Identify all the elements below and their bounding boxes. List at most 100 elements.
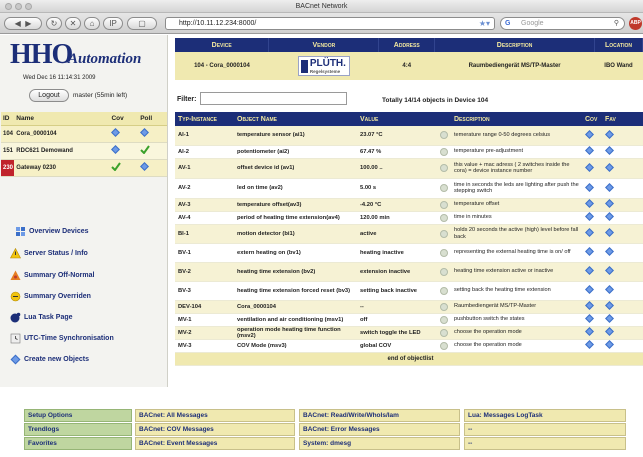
col-fav[interactable]: Fav	[602, 112, 643, 126]
object-cov-icon[interactable]	[582, 339, 602, 353]
home-button[interactable]: ⌂	[84, 17, 100, 30]
object-status-icon[interactable]	[437, 198, 451, 212]
object-row[interactable]: AV-3 temperature offset(av3) -4.20 °C tempe…	[175, 198, 643, 212]
object-fav-icon[interactable]	[602, 178, 643, 199]
object-cov-icon[interactable]	[582, 243, 602, 263]
object-row[interactable]: AI-2 potentiometer (ai2) 67.47 % temperatur…	[175, 145, 643, 159]
object-fav-icon[interactable]	[602, 262, 643, 282]
ip-button[interactable]: IP	[103, 17, 123, 30]
object-status-icon[interactable]	[437, 126, 451, 146]
object-row[interactable]: DEV-104 Cora_0000104 -- Raumbediengerät MS/…	[175, 300, 643, 314]
object-value[interactable]: off	[357, 313, 437, 327]
search-icon[interactable]: ⚲	[614, 18, 619, 29]
object-value[interactable]: 67.47 %	[357, 145, 437, 159]
device-cov-arrow-icon[interactable]	[109, 125, 139, 143]
bottom-menu-button[interactable]: Favorites	[24, 437, 132, 450]
object-cov-icon[interactable]	[582, 300, 602, 314]
menu-item[interactable]: UTC-Time Synchronisation	[10, 332, 114, 346]
device-name-link[interactable]: Gateway 0230	[14, 159, 110, 177]
device-cov-check-icon[interactable]	[109, 159, 139, 177]
bottom-menu-button[interactable]: Setup Options	[24, 409, 132, 422]
object-cov-icon[interactable]	[582, 224, 602, 244]
object-name[interactable]: heating time extension forced reset (bv3…	[234, 281, 357, 301]
bottom-menu-button[interactable]: BACnet: Event Messages	[135, 437, 295, 450]
extra-nav-button[interactable]: ▢	[127, 17, 157, 30]
object-status-icon[interactable]	[437, 158, 451, 179]
object-row[interactable]: MV-1 ventilation and air conditioning (ms…	[175, 313, 643, 327]
object-row[interactable]: AV-1 offset device id (av1) 100.00 .. this …	[175, 158, 643, 179]
object-row[interactable]: AV-4 period of heating time extension(av4…	[175, 211, 643, 225]
stop-button[interactable]: ✕	[65, 17, 81, 30]
object-name[interactable]: heating time extension (bv2)	[234, 262, 357, 282]
object-value[interactable]: active	[357, 224, 437, 244]
col-value[interactable]: Value	[357, 112, 437, 126]
object-fav-icon[interactable]	[602, 281, 643, 301]
object-fav-icon[interactable]	[602, 300, 643, 314]
object-name[interactable]: COV Mode (msv3)	[234, 339, 357, 353]
object-name[interactable]: operation mode heating time function (ms…	[234, 326, 357, 340]
bottom-menu-button[interactable]: Lua: Messages LogTask	[464, 409, 626, 422]
menu-item[interactable]: Overview Devices	[15, 225, 89, 239]
object-cov-icon[interactable]	[582, 198, 602, 212]
minimize-window-button[interactable]	[15, 3, 22, 10]
object-cov-icon[interactable]	[582, 126, 602, 146]
object-cov-icon[interactable]	[582, 281, 602, 301]
bookmark-star-icon[interactable]: ★▾	[479, 18, 490, 29]
object-fav-icon[interactable]	[602, 158, 643, 179]
device-poll-arrow-icon[interactable]	[138, 159, 167, 177]
object-status-icon[interactable]	[437, 262, 451, 282]
object-fav-icon[interactable]	[602, 339, 643, 353]
object-value[interactable]: switch toggle the LED	[357, 326, 437, 340]
object-row[interactable]: AV-2 led on time (av2) 5.00 s time in secon…	[175, 178, 643, 199]
object-cov-icon[interactable]	[582, 145, 602, 159]
object-row[interactable]: BV-3 heating time extension forced reset …	[175, 281, 643, 301]
object-cov-icon[interactable]	[582, 313, 602, 327]
object-row[interactable]: MV-3 COV Mode (msv3) global COV choose the …	[175, 339, 643, 353]
object-status-icon[interactable]	[437, 313, 451, 327]
bottom-menu-button[interactable]: BACnet: Read/Write/WhoIs/Iam	[299, 409, 460, 422]
object-row[interactable]: BV-2 heating time extension (bv2) extensio…	[175, 262, 643, 282]
bottom-menu-button[interactable]: Trendlogs	[24, 423, 132, 436]
object-status-icon[interactable]	[437, 145, 451, 159]
search-input[interactable]: G Google ⚲	[500, 17, 625, 30]
device-poll-arrow-icon[interactable]	[138, 125, 167, 143]
object-fav-icon[interactable]	[602, 313, 643, 327]
object-status-icon[interactable]	[437, 326, 451, 340]
object-value[interactable]: 100.00 ..	[357, 158, 437, 179]
object-value[interactable]: extension inactive	[357, 262, 437, 282]
object-fav-icon[interactable]	[602, 224, 643, 244]
bottom-menu-button[interactable]: --	[464, 437, 626, 450]
menu-item[interactable]: Lua Task Page	[10, 311, 73, 325]
bottom-menu-button[interactable]: BACnet: Error Messages	[299, 423, 460, 436]
object-status-icon[interactable]	[437, 339, 451, 353]
object-fav-icon[interactable]	[602, 243, 643, 263]
menu-item[interactable]: Server Status / Info	[10, 247, 88, 261]
object-row[interactable]: AI-1 temperature sensor (ai1) 23.07 °C teme…	[175, 126, 643, 146]
object-fav-icon[interactable]	[602, 326, 643, 340]
object-fav-icon[interactable]	[602, 126, 643, 146]
col-obj-description[interactable]: Description	[451, 112, 582, 126]
object-row[interactable]: MV-2 operation mode heating time function…	[175, 326, 643, 340]
object-cov-icon[interactable]	[582, 178, 602, 199]
object-value[interactable]: heating inactive	[357, 243, 437, 263]
menu-item[interactable]: Summary Off-Normal	[10, 269, 94, 283]
menu-item[interactable]: Summary Overriden	[10, 290, 91, 304]
back-forward-buttons[interactable]: ◀ ▶	[4, 17, 42, 30]
url-input[interactable]: http://10.11.12.234:8000/ ★▾	[165, 17, 495, 30]
filter-input[interactable]	[200, 92, 347, 105]
col-cov[interactable]: Cov	[582, 112, 602, 126]
device-poll-check-icon[interactable]	[138, 142, 167, 160]
hho-logo[interactable]: HHO Automation	[10, 39, 160, 70]
object-row[interactable]: BI-1 motion detector (bi1) active holds 20 …	[175, 224, 643, 244]
object-value[interactable]: 23.07 °C	[357, 126, 437, 146]
bottom-menu-button[interactable]: BACnet: COV Messages	[135, 423, 295, 436]
object-value[interactable]: global COV	[357, 339, 437, 353]
device-cov-arrow-icon[interactable]	[109, 142, 139, 160]
bottom-menu-button[interactable]: --	[464, 423, 626, 436]
device-row[interactable]: 230 Gateway 0230	[1, 159, 167, 177]
object-name[interactable]: Cora_0000104	[234, 300, 357, 314]
object-value[interactable]: -4.20 °C	[357, 198, 437, 212]
object-value[interactable]: 5.00 s	[357, 178, 437, 199]
object-row[interactable]: BV-1 extern heating on (bv1) heating inact…	[175, 243, 643, 263]
reload-button[interactable]: ↻	[46, 17, 62, 30]
